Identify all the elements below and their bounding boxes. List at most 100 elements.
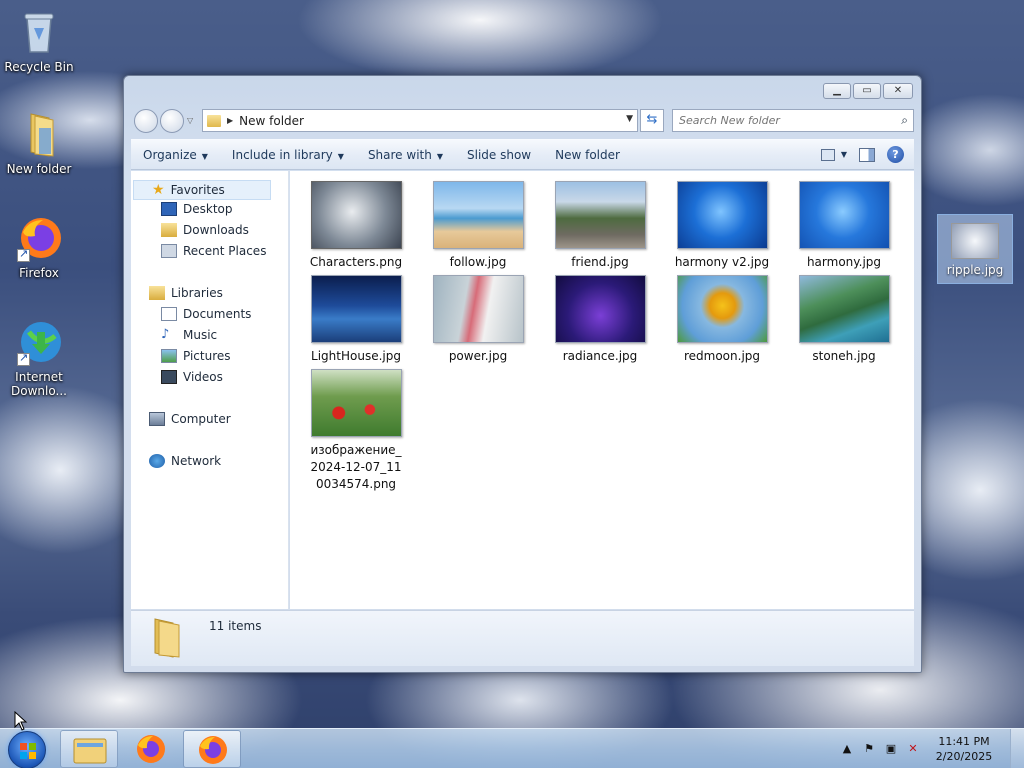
image-thumbnail [676, 181, 768, 249]
file-item[interactable]: harmony v2.jpg [667, 181, 777, 271]
breadcrumb-arrow-icon[interactable]: ▶ [227, 116, 233, 125]
close-button[interactable]: ✕ [883, 83, 913, 99]
taskbar-explorer[interactable] [60, 730, 118, 768]
libraries-icon [149, 286, 165, 300]
view-controls: ▼ ? [820, 146, 904, 163]
folder-icon [15, 110, 63, 158]
image-thumbnail [554, 275, 646, 343]
nav-recent-places[interactable]: Recent Places [161, 244, 266, 258]
show-hidden-icons-icon[interactable]: ▲ [840, 742, 854, 756]
image-thumbnail [798, 181, 890, 249]
network-status-icon[interactable]: ▣ [884, 742, 898, 756]
desktop-icon-label: Firefox [19, 266, 59, 280]
network-icon [149, 454, 165, 468]
clock-date: 2/20/2025 [935, 750, 993, 763]
command-bar: Organize ▼ Include in library ▼ Share with… [131, 139, 914, 170]
downloads-folder-icon [161, 223, 177, 237]
shortcut-arrow-icon [17, 247, 30, 262]
nav-music[interactable]: ♪ Music [161, 327, 217, 343]
image-thumbnail [310, 369, 402, 437]
explorer-window[interactable]: ▁ ▭ ✕ ▽ ▶ New folder ▼ ⇆ ⌕ Organize▼ Inc… [123, 75, 922, 673]
maximize-button[interactable]: ▭ [853, 83, 881, 99]
firefox-icon [137, 735, 165, 763]
image-thumbnail [951, 223, 999, 259]
nav-favorites[interactable]: ★ Favorites [133, 180, 271, 200]
address-dropdown-icon[interactable]: ▼ [626, 114, 633, 124]
dragged-file-ripple[interactable]: ripple.jpg [937, 214, 1013, 284]
file-item[interactable]: stoneh.jpg [789, 275, 899, 365]
nav-desktop[interactable]: Desktop [161, 202, 233, 216]
nav-network[interactable]: Network [149, 454, 221, 468]
desktop-icon-firefox[interactable]: Firefox [1, 214, 77, 280]
image-thumbnail [432, 181, 524, 249]
file-item[interactable]: redmoon.jpg [667, 275, 777, 365]
file-item[interactable]: power.jpg [423, 275, 533, 365]
file-item[interactable]: изображение_2024-12-07_110034574.png [301, 369, 411, 493]
nav-computer[interactable]: Computer [149, 412, 231, 426]
search-box[interactable]: ⌕ [672, 109, 914, 132]
slide-show-button[interactable]: Slide show [455, 148, 543, 162]
file-item[interactable]: Characters.png [301, 181, 411, 271]
shortcut-arrow-icon [17, 351, 30, 366]
volume-muted-icon[interactable]: ✕ [906, 742, 920, 756]
folder-icon [149, 617, 185, 659]
desktop-icon-label: Recycle Bin [4, 60, 74, 74]
pictures-icon [161, 349, 177, 363]
clock[interactable]: 11:41 PM 2/20/2025 [928, 734, 1000, 764]
desktop-icon-new-folder[interactable]: New folder [1, 110, 77, 176]
recent-pages-dropdown-icon[interactable]: ▽ [187, 116, 193, 125]
folder-icon [207, 114, 221, 127]
desktop-icon [161, 202, 177, 216]
file-item[interactable]: radiance.jpg [545, 275, 655, 365]
system-tray: ▲ ⚑ ▣ ✕ 11:41 PM 2/20/2025 [840, 729, 1024, 768]
include-in-library-menu[interactable]: Include in library ▼ [220, 148, 356, 162]
image-thumbnail [676, 275, 768, 343]
forward-button[interactable] [160, 109, 184, 133]
desktop-icon-label-line1: Internet [15, 370, 63, 384]
back-button[interactable] [134, 109, 158, 133]
details-pane: 11 items [131, 610, 914, 666]
taskbar-firefox-pinned[interactable] [122, 730, 180, 768]
breadcrumb-new-folder[interactable]: New folder [239, 114, 304, 128]
file-list[interactable]: Characters.png follow.jpg friend.jpg har… [290, 171, 914, 609]
preview-pane-icon[interactable] [859, 147, 875, 162]
chevron-down-icon: ▼ [201, 151, 208, 161]
navigation-row: ▽ ▶ New folder ▼ ⇆ ⌕ [132, 108, 914, 134]
search-icon[interactable]: ⌕ [901, 113, 908, 128]
help-icon[interactable]: ? [887, 146, 904, 163]
chevron-down-icon: ▼ [436, 151, 443, 161]
nav-libraries[interactable]: Libraries [149, 286, 223, 300]
file-item[interactable]: LightHouse.jpg [301, 275, 411, 365]
desktop-icon-internet-download-manager[interactable]: Internet Downlo... [1, 318, 77, 398]
nav-documents[interactable]: Documents [161, 307, 251, 321]
clock-time: 11:41 PM [938, 735, 990, 748]
minimize-button[interactable]: ▁ [823, 83, 851, 99]
documents-icon [161, 307, 177, 321]
music-icon: ♪ [161, 327, 170, 342]
address-bar[interactable]: ▶ New folder ▼ [202, 109, 638, 132]
nav-videos[interactable]: Videos [161, 370, 223, 384]
desktop-icon-recycle-bin[interactable]: Recycle Bin [1, 8, 77, 74]
chevron-down-icon: ▼ [337, 151, 344, 161]
taskbar-firefox-window[interactable] [183, 730, 241, 768]
desktop-icon-label-line2: Downlo... [11, 384, 67, 398]
action-center-flag-icon[interactable]: ⚑ [862, 742, 876, 756]
videos-icon [161, 370, 177, 384]
nav-downloads[interactable]: Downloads [161, 223, 249, 237]
refresh-button[interactable]: ⇆ [640, 109, 664, 132]
change-view-icon[interactable] [820, 148, 835, 161]
file-item[interactable]: follow.jpg [423, 181, 533, 271]
file-item[interactable]: friend.jpg [545, 181, 655, 271]
organize-menu[interactable]: Organize ▼ [131, 148, 220, 162]
view-options-dropdown-icon[interactable]: ▼ [841, 150, 847, 159]
search-input[interactable] [673, 110, 883, 131]
download-manager-icon [15, 318, 63, 366]
file-item[interactable]: harmony.jpg [789, 181, 899, 271]
nav-pictures[interactable]: Pictures [161, 349, 231, 363]
share-with-menu[interactable]: Share with ▼ [356, 148, 455, 162]
start-button[interactable] [8, 731, 46, 768]
mouse-cursor-icon [14, 711, 28, 731]
new-folder-button[interactable]: New folder [543, 148, 632, 162]
show-desktop-button[interactable] [1010, 729, 1024, 768]
explorer-folder-icon [73, 738, 107, 764]
